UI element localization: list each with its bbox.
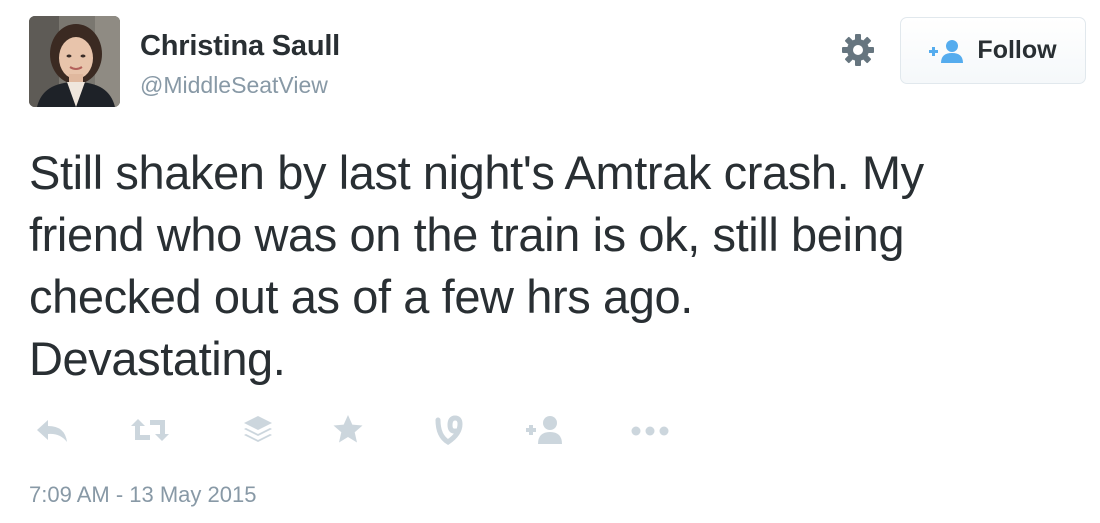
retweet-icon[interactable] bbox=[128, 410, 172, 450]
follow-user-icon[interactable] bbox=[524, 410, 568, 450]
display-name[interactable]: Christina Saull bbox=[140, 30, 340, 63]
vine-icon[interactable] bbox=[428, 410, 468, 450]
tweet-card: Christina Saull @MiddleSeatView Follow S… bbox=[0, 0, 1100, 523]
follow-user-icon bbox=[929, 39, 964, 63]
reply-icon[interactable] bbox=[34, 410, 70, 450]
gear-icon[interactable] bbox=[838, 30, 878, 70]
follow-button[interactable]: Follow bbox=[900, 17, 1086, 84]
follow-button-label: Follow bbox=[977, 36, 1057, 64]
tweet-text: Still shaken by last night's Amtrak cras… bbox=[29, 146, 924, 385]
tweet-timestamp[interactable]: 7:09 AM - 13 May 2015 bbox=[29, 482, 256, 508]
profile-photo bbox=[29, 16, 120, 107]
star-icon[interactable] bbox=[328, 410, 368, 450]
user-handle[interactable]: @MiddleSeatView bbox=[140, 72, 328, 99]
buffer-icon[interactable] bbox=[238, 410, 278, 450]
avatar[interactable] bbox=[29, 16, 120, 107]
more-icon[interactable] bbox=[628, 410, 672, 450]
